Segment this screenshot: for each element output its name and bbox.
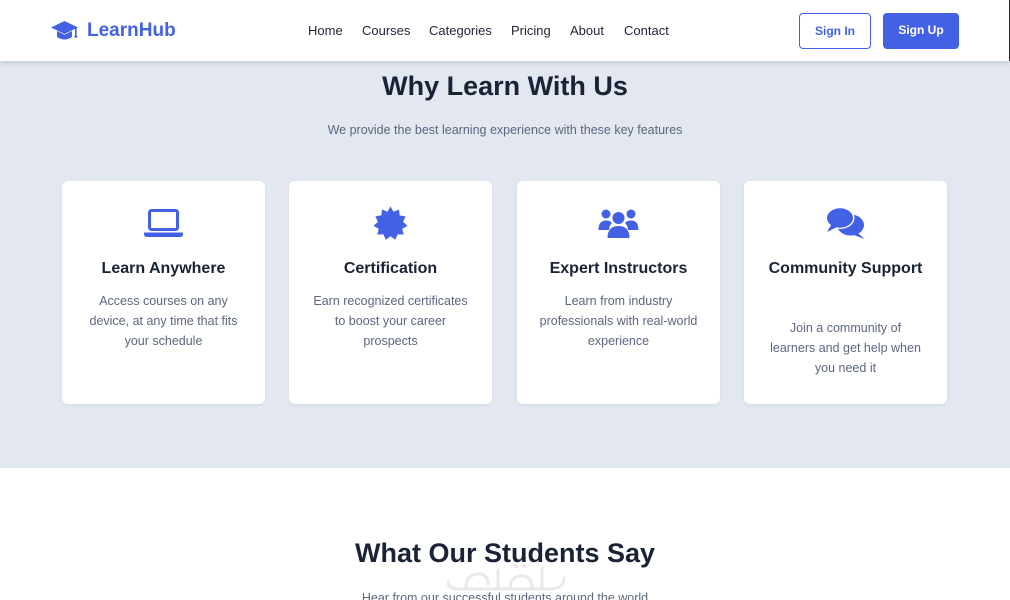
feature-card-description: Earn recognized certificates to boost yo… <box>313 294 468 349</box>
comments-icon <box>825 207 865 239</box>
navbar: LearnHub Home Courses Categories Pricing… <box>0 0 1010 61</box>
feature-card-description: Join a community of learners and get hel… <box>770 321 921 376</box>
features-subtitle: We provide the best learning experience … <box>327 123 683 137</box>
sign-in-button[interactable]: Sign In <box>799 13 871 49</box>
nav-link-categories[interactable]: Categories <box>429 22 492 40</box>
features-title: Why Learn With Us <box>382 71 628 101</box>
feature-card-certification: Certification Earn recognized certificat… <box>289 181 492 404</box>
nav-link-contact[interactable]: Contact <box>624 22 669 40</box>
nav-link-pricing[interactable]: Pricing <box>511 22 551 40</box>
feature-card-description: Learn from industry professionals with r… <box>539 294 698 349</box>
nav-link-home[interactable]: Home <box>308 22 343 40</box>
feature-card-title: Expert Instructors <box>549 260 688 277</box>
feature-card-learn-anywhere: Learn Anywhere Access courses on any dev… <box>62 181 265 404</box>
feature-card-expert-instructors: Expert Instructors Learn from industry p… <box>517 181 720 404</box>
certificate-icon <box>373 206 408 240</box>
users-icon <box>598 209 639 238</box>
sign-up-button[interactable]: Sign Up <box>883 13 959 49</box>
testimonials-section: What Our Students Say Hear from our succ… <box>0 468 1010 600</box>
feature-card-title: Community Support <box>768 260 923 277</box>
laptop-icon <box>144 209 183 237</box>
nav-link-about[interactable]: About <box>570 22 604 40</box>
feature-card-title: Certification <box>343 260 438 277</box>
feature-card-title: Learn Anywhere <box>101 260 226 277</box>
nav-link-courses[interactable]: Courses <box>362 22 410 40</box>
watermark-logo <box>446 564 566 591</box>
feature-card-description: Access courses on any device, at any tim… <box>89 294 238 349</box>
feature-card-community-support: Community Support Join a community of le… <box>744 181 947 404</box>
features-section: Why Learn With Us We provide the best le… <box>0 61 1010 468</box>
